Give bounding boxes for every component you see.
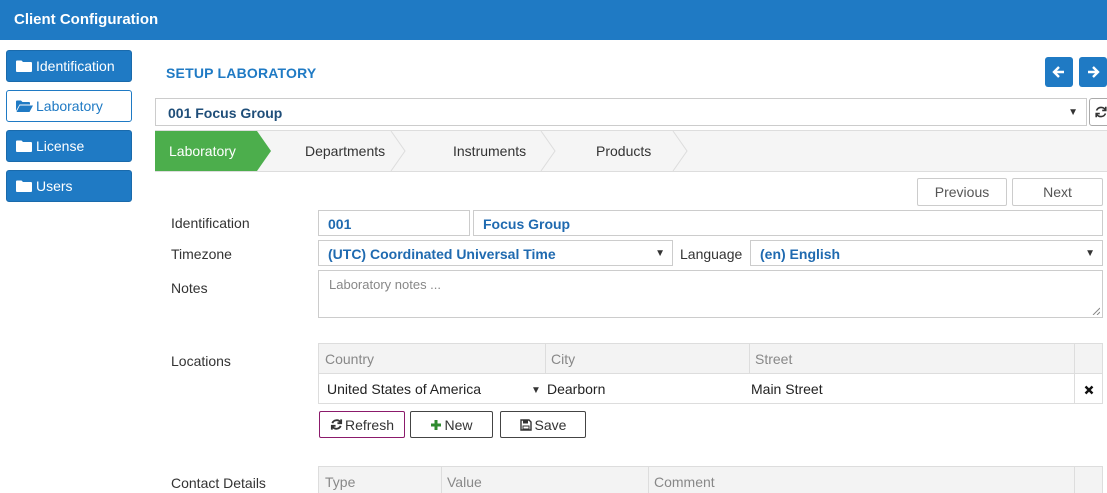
arrow-left-icon [1052, 66, 1064, 78]
page-title: SETUP LABORATORY [166, 65, 317, 81]
location-street-cell[interactable]: Main Street [751, 381, 823, 397]
step-departments[interactable]: Departments [305, 131, 385, 171]
save-button[interactable]: Save [500, 411, 586, 438]
refresh-icon [330, 419, 343, 430]
language-label: Language [680, 246, 743, 262]
reload-button[interactable] [1089, 98, 1107, 126]
column-header-city[interactable]: City [551, 351, 575, 367]
refresh-icon [1095, 106, 1107, 118]
sidebar-item-label: Users [36, 178, 73, 194]
next-button[interactable]: Next [1012, 178, 1103, 206]
column-divider [749, 344, 750, 374]
top-bar: Client Configuration [0, 0, 1107, 40]
language-value: (en) English [760, 246, 841, 262]
identification-code-value: 001 [328, 216, 352, 232]
contact-details-grid: Type Value Comment [318, 466, 1103, 493]
identification-name-field[interactable]: Focus Group [473, 210, 1103, 236]
sidebar-item-label: License [36, 138, 85, 154]
timezone-value: (UTC) Coordinated Universal Time [328, 246, 556, 262]
contact-details-label: Contact Details [171, 475, 266, 491]
identification-label: Identification [171, 215, 250, 231]
timezone-select[interactable]: (UTC) Coordinated Universal Time ▼ [318, 240, 673, 266]
identification-code-field[interactable]: 001 [318, 210, 470, 236]
sidebar-item-identification[interactable]: Identification [6, 50, 132, 82]
sidebar-item-label: Identification [36, 58, 115, 74]
column-header-street[interactable]: Street [755, 351, 792, 367]
folder-icon [16, 140, 32, 152]
laboratory-select-value: 001 Focus Group [168, 105, 283, 121]
caret-down-icon: ▼ [655, 248, 665, 259]
sidebar-item-users[interactable]: Users [6, 170, 132, 202]
locations-label: Locations [171, 353, 231, 369]
locations-grid-header [319, 344, 1102, 374]
step-products[interactable]: Products [596, 131, 651, 171]
previous-button[interactable]: Previous [917, 178, 1007, 206]
column-divider [545, 344, 546, 374]
location-city-cell[interactable]: Dearborn [547, 381, 605, 397]
folder-icon [16, 60, 32, 72]
step-instruments[interactable]: Instruments [453, 131, 526, 171]
column-header-comment[interactable]: Comment [654, 474, 715, 490]
arrow-right-icon [1088, 66, 1100, 78]
back-button[interactable] [1045, 57, 1073, 87]
caret-down-icon: ▼ [531, 385, 541, 396]
timezone-label: Timezone [171, 246, 232, 262]
delete-row-icon[interactable] [1084, 385, 1094, 395]
notes-label: Notes [171, 280, 208, 296]
caret-down-icon: ▼ [1068, 107, 1078, 118]
sidebar-item-label: Laboratory [36, 98, 103, 114]
notes-placeholder: Laboratory notes ... [329, 277, 442, 292]
step-laboratory[interactable]: Laboratory [169, 131, 236, 171]
notes-textarea[interactable]: Laboratory notes ... [318, 270, 1103, 318]
new-button[interactable]: New [410, 411, 493, 438]
column-header-country[interactable]: Country [325, 351, 374, 367]
column-divider [441, 467, 442, 493]
column-divider [1074, 344, 1075, 403]
caret-down-icon: ▼ [1085, 248, 1095, 259]
location-country-select[interactable]: United States of America [327, 381, 481, 397]
refresh-button-label: Refresh [344, 416, 395, 433]
column-divider [648, 467, 649, 493]
folder-open-icon [16, 100, 33, 112]
folder-icon [16, 180, 32, 192]
sidebar-item-laboratory[interactable]: Laboratory [6, 90, 132, 122]
floppy-disk-icon [519, 418, 532, 431]
resize-grip-icon[interactable] [1092, 307, 1100, 315]
identification-name-value: Focus Group [483, 216, 571, 232]
wizard-steps: Laboratory Departments Instruments Produ… [155, 130, 1107, 172]
forward-button[interactable] [1079, 57, 1107, 87]
column-header-value[interactable]: Value [447, 474, 482, 490]
column-divider [1074, 467, 1075, 493]
plus-icon [431, 419, 442, 430]
app-title: Client Configuration [14, 11, 159, 28]
language-select[interactable]: (en) English ▼ [750, 240, 1103, 266]
column-header-type[interactable]: Type [325, 474, 355, 490]
new-button-label: New [444, 416, 473, 433]
refresh-button[interactable]: Refresh [319, 411, 405, 438]
save-button-label: Save [534, 416, 567, 433]
sidebar-item-license[interactable]: License [6, 130, 132, 162]
locations-grid: Country City Street United States of Ame… [318, 343, 1103, 404]
laboratory-select[interactable]: 001 Focus Group ▼ [155, 98, 1087, 126]
